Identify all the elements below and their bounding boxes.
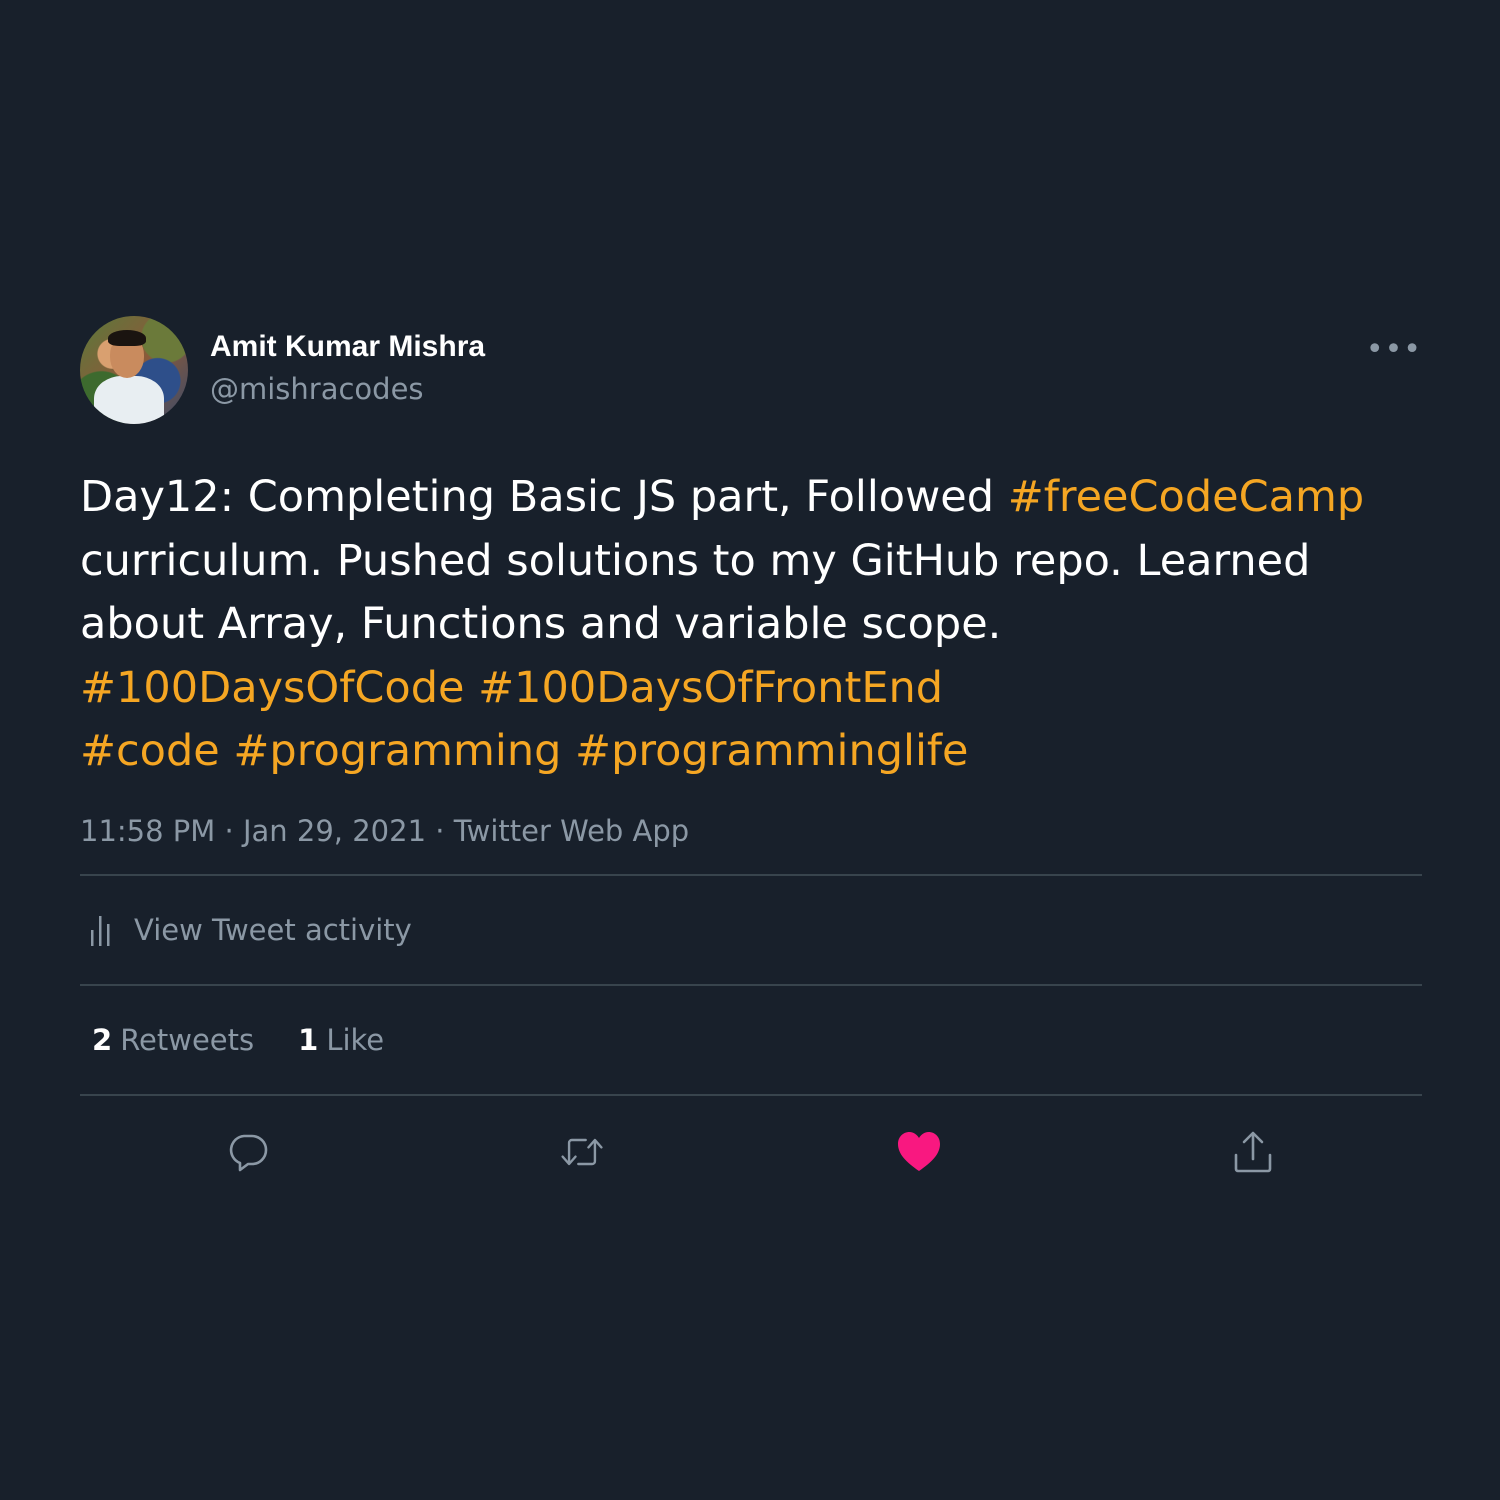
reply-button[interactable] <box>224 1128 272 1176</box>
tweet-time[interactable]: 11:58 PM <box>80 814 215 848</box>
bar-chart-icon <box>91 915 110 946</box>
avatar[interactable] <box>80 316 188 424</box>
hashtag-100daysofcode[interactable]: #100DaysOfCode <box>80 663 464 713</box>
tweet-text: Day12: Completing Basic JS part, Followe… <box>80 466 1422 784</box>
meta-separator: · <box>435 813 445 848</box>
retweets-count: 2 <box>92 1022 113 1057</box>
tweet-meta: 11:58 PM · Jan 29, 2021 · Twitter Web Ap… <box>80 814 1422 874</box>
avatar-hair <box>108 330 146 346</box>
author-name[interactable]: Amit Kumar Mishra <box>210 330 485 364</box>
hashtag-100daysoffrontend[interactable]: #100DaysOfFrontEnd <box>478 663 943 713</box>
hashtag-programming[interactable]: #programming <box>233 726 561 776</box>
hashtag-freecodecamp[interactable]: #freeCodeCamp <box>1008 472 1364 522</box>
likes-label: Like <box>326 1022 385 1057</box>
meta-separator: · <box>224 813 234 848</box>
retweets-stat[interactable]: 2 Retweets <box>92 1023 254 1057</box>
share-button[interactable] <box>1229 1128 1277 1176</box>
tweet-header: Amit Kumar Mishra @mishracodes ••• <box>80 316 1422 426</box>
activity-label: View Tweet activity <box>134 912 412 947</box>
tweet-stats: 2 Retweets 1 Like <box>80 986 1422 1094</box>
more-dots-icon[interactable]: ••• <box>1366 332 1422 367</box>
tweet-line-4: #100DaysOfCode #100DaysOfFrontEnd <box>80 657 1422 721</box>
heart-icon <box>898 1131 940 1171</box>
view-tweet-activity-link[interactable]: View Tweet activity <box>80 876 1422 984</box>
avatar-shirt <box>94 376 164 424</box>
share-icon <box>1234 1131 1272 1172</box>
retweets-label: Retweets <box>120 1022 255 1057</box>
tweet-line-5: #code #programming #programminglife <box>80 720 1422 784</box>
tweet-actions <box>80 1096 1422 1206</box>
tweet-card: Amit Kumar Mishra @mishracodes ••• Day12… <box>80 316 1422 1206</box>
tweet-date[interactable]: Jan 29, 2021 <box>243 814 426 848</box>
tweet-source[interactable]: Twitter Web App <box>454 814 690 848</box>
author-handle[interactable]: @mishracodes <box>210 372 424 406</box>
likes-stat[interactable]: 1 Like <box>298 1023 384 1057</box>
like-button[interactable] <box>895 1128 943 1176</box>
tweet-line-3: about Array, Functions and variable scop… <box>80 599 1002 649</box>
reply-icon <box>229 1134 268 1171</box>
tweet-text-segment: Day12: Completing Basic JS part, Followe… <box>80 472 1008 522</box>
hashtag-code[interactable]: #code <box>80 726 220 776</box>
retweet-button[interactable] <box>558 1128 606 1176</box>
retweet-icon <box>561 1138 603 1165</box>
tweet-line-2: curriculum. Pushed solutions to my GitHu… <box>80 535 1311 586</box>
tweet-line-1: Day12: Completing Basic JS part, Followe… <box>80 466 1422 530</box>
hashtag-programminglife[interactable]: #programminglife <box>575 726 968 776</box>
likes-count: 1 <box>298 1022 319 1057</box>
